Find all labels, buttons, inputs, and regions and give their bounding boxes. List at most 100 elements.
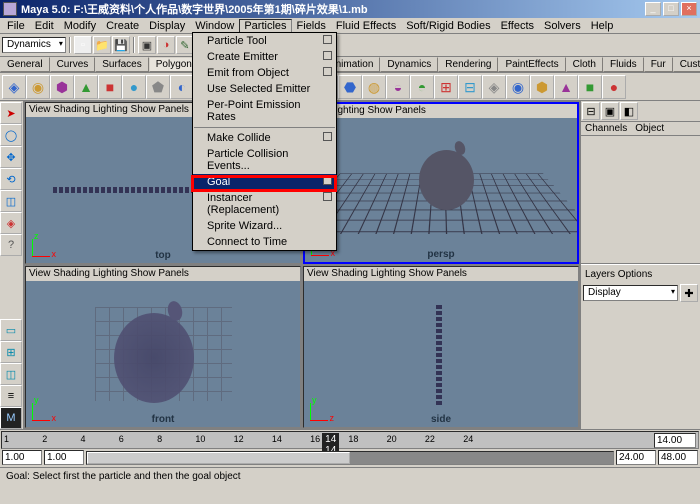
shelf-tab-surfaces[interactable]: Surfaces	[95, 57, 148, 72]
menu-item-goal[interactable]: Goal	[193, 174, 336, 190]
shelf-icon[interactable]: ◍	[362, 75, 386, 99]
attr-ed-icon[interactable]: ▣	[601, 102, 619, 120]
option-box-icon[interactable]	[323, 132, 332, 141]
menu-modify[interactable]: Modify	[59, 19, 101, 33]
menu-item-emit-from-object[interactable]: Emit from Object	[193, 65, 336, 81]
menu-particles[interactable]: Particles	[239, 19, 291, 33]
select-icon[interactable]: ▣	[138, 36, 156, 54]
shelf-icon[interactable]: ⊞	[434, 75, 458, 99]
menu-help[interactable]: Help	[586, 19, 619, 33]
shelf-icon[interactable]: ◉	[506, 75, 530, 99]
viewport-menu[interactable]: hing Lighting Show Panels	[305, 104, 577, 118]
shelf-icon[interactable]: ◐	[170, 75, 194, 99]
shelf-icon[interactable]: ■	[578, 75, 602, 99]
range-slider[interactable]	[1, 449, 699, 466]
select-tool-icon[interactable]: ➤	[0, 102, 22, 124]
minimize-button[interactable]: _	[645, 2, 661, 16]
viewport-side[interactable]: View Shading Lighting Show Panels yz sid…	[303, 266, 579, 428]
maximize-button[interactable]: □	[663, 2, 679, 16]
shelf-icon[interactable]: ⊟	[458, 75, 482, 99]
shelf-tab-custom[interactable]: Custom	[673, 57, 700, 72]
outliner-icon[interactable]: ≡	[0, 385, 22, 407]
shelf-tab-dynamics[interactable]: Dynamics	[380, 57, 438, 72]
menu-soft/rigid bodies[interactable]: Soft/Rigid Bodies	[401, 19, 495, 33]
menu-item-connect-to-time[interactable]: Connect to Time	[193, 234, 336, 250]
viewport-menu[interactable]: View Shading Lighting Show Panels	[304, 267, 578, 281]
shelf-icon[interactable]: ⬣	[338, 75, 362, 99]
shelf-tab-painteffects[interactable]: PaintEffects	[498, 57, 565, 72]
menu-fields[interactable]: Fields	[292, 19, 331, 33]
menu-item-use-selected-emitter[interactable]: Use Selected Emitter	[193, 81, 336, 97]
shelf-icon[interactable]: ⬢	[50, 75, 74, 99]
menu-display[interactable]: Display	[144, 19, 190, 33]
menu-file[interactable]: File	[2, 19, 30, 33]
shelf-icon[interactable]: ▲	[74, 75, 98, 99]
layer-display-dropdown[interactable]: Display	[583, 285, 678, 301]
lasso-tool-icon[interactable]: ◯	[0, 124, 22, 146]
shelf-icon[interactable]: ■	[98, 75, 122, 99]
range-start-field[interactable]	[2, 450, 42, 465]
tab-channels[interactable]: Channels	[581, 122, 631, 135]
shelf-icon[interactable]: ●	[122, 75, 146, 99]
close-button[interactable]: ×	[681, 2, 697, 16]
shelf-tab-curves[interactable]: Curves	[50, 57, 96, 72]
option-box-icon[interactable]	[323, 35, 332, 44]
mode-dropdown[interactable]: Dynamics	[2, 37, 66, 53]
menu-item-sprite-wizard-[interactable]: Sprite Wizard...	[193, 218, 336, 234]
layers-header[interactable]: Layers Options	[581, 267, 700, 282]
rotate-tool-icon[interactable]: ⟲	[0, 168, 22, 190]
shelf-icon[interactable]: ◓	[410, 75, 434, 99]
new-layer-icon[interactable]: ✚	[680, 284, 698, 302]
viewport-menu[interactable]: View Shading Lighting Show Panels	[26, 267, 300, 281]
range-bar[interactable]	[86, 451, 614, 465]
viewport-persp[interactable]: hing Lighting Show Panels yxz persp	[303, 102, 579, 264]
option-box-icon[interactable]	[323, 192, 332, 201]
four-pane-icon[interactable]: ⊞	[0, 341, 22, 363]
tool-settings-icon[interactable]: ◧	[620, 102, 638, 120]
shelf-icon[interactable]: ◈	[482, 75, 506, 99]
tab-object[interactable]: Object	[631, 122, 668, 135]
option-box-icon[interactable]	[323, 67, 332, 76]
lasso-icon[interactable]: ◑	[157, 36, 175, 54]
shelf-icon[interactable]: ▲	[554, 75, 578, 99]
menu-item-particle-tool[interactable]: Particle Tool	[193, 33, 336, 49]
shelf-icon[interactable]: ●	[602, 75, 626, 99]
maya-logo-icon[interactable]: M	[0, 407, 22, 429]
shelf-icon[interactable]: ⬟	[146, 75, 170, 99]
shelf-tab-general[interactable]: General	[0, 57, 50, 72]
shelf-tab-cloth[interactable]: Cloth	[566, 57, 603, 72]
shelf-tab-rendering[interactable]: Rendering	[438, 57, 498, 72]
menu-fluid effects[interactable]: Fluid Effects	[331, 19, 401, 33]
single-pane-icon[interactable]: ▭	[0, 319, 22, 341]
anim-end-field[interactable]	[616, 450, 656, 465]
move-tool-icon[interactable]: ✥	[0, 146, 22, 168]
current-frame-field[interactable]	[654, 433, 696, 448]
option-box-icon[interactable]	[323, 176, 332, 185]
shelf-icon[interactable]: ⬢	[530, 75, 554, 99]
anim-start-field[interactable]	[44, 450, 84, 465]
scale-tool-icon[interactable]: ◫	[0, 190, 22, 212]
shelf-icon[interactable]: ◈	[2, 75, 26, 99]
file-open-icon[interactable]: 📁	[93, 36, 111, 54]
shelf-icon[interactable]: ◉	[26, 75, 50, 99]
menu-edit[interactable]: Edit	[30, 19, 59, 33]
menu-create[interactable]: Create	[101, 19, 144, 33]
file-save-icon[interactable]: 💾	[112, 36, 130, 54]
menu-item-make-collide[interactable]: Make Collide	[193, 130, 336, 146]
menu-item-create-emitter[interactable]: Create Emitter	[193, 49, 336, 65]
menu-item-instancer-replacement-[interactable]: Instancer (Replacement)	[193, 190, 336, 218]
last-tool-icon[interactable]: ?	[0, 234, 22, 256]
menu-item-particle-collision-events-[interactable]: Particle Collision Events...	[193, 146, 336, 174]
channel-toggle-icon[interactable]: ⊟	[582, 102, 600, 120]
file-new-icon[interactable]: ▫	[74, 36, 92, 54]
option-box-icon[interactable]	[323, 51, 332, 60]
time-slider[interactable]: 1414 124681012141618202224	[0, 429, 700, 467]
manip-tool-icon[interactable]: ◈	[0, 212, 22, 234]
time-ruler[interactable]: 1414 124681012141618202224	[1, 431, 699, 449]
range-end-field[interactable]	[658, 450, 698, 465]
shelf-icon[interactable]: ◒	[386, 75, 410, 99]
viewport-front[interactable]: View Shading Lighting Show Panels yx fro…	[25, 266, 301, 428]
channel-tabs[interactable]: Channels Object	[581, 122, 700, 136]
shelf-tab-fur[interactable]: Fur	[644, 57, 673, 72]
menu-window[interactable]: Window	[190, 19, 239, 33]
